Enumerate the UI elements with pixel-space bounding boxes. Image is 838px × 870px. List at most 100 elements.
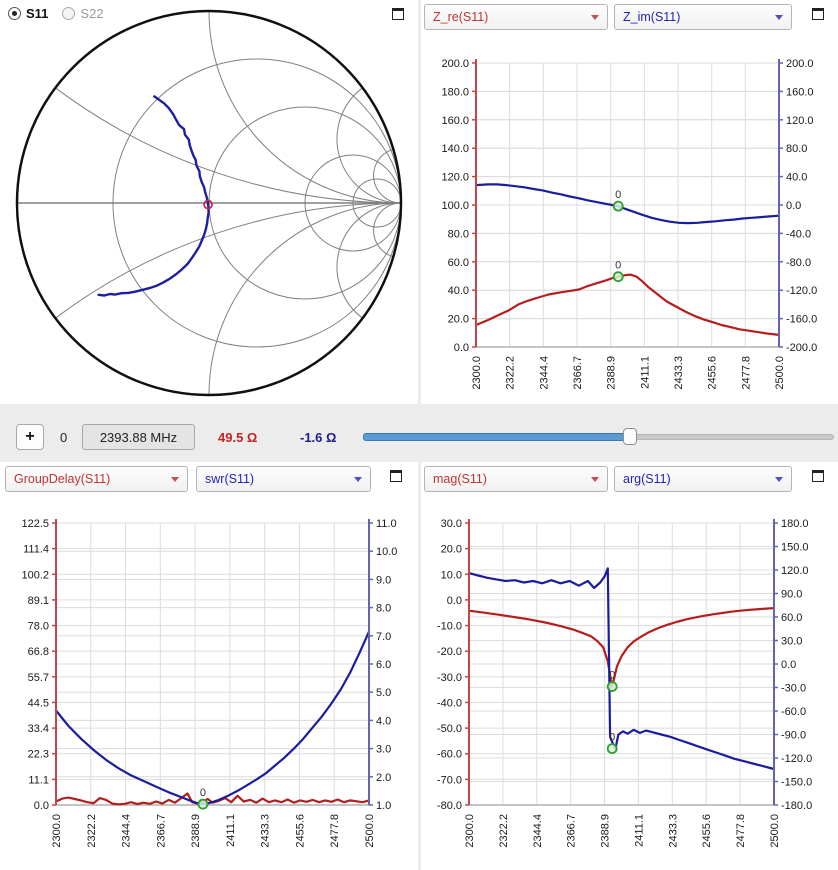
svg-text:122.5: 122.5 bbox=[21, 518, 49, 530]
svg-text:9.0: 9.0 bbox=[376, 574, 391, 586]
svg-text:2366.7: 2366.7 bbox=[572, 356, 584, 390]
marker-index-label: 0 bbox=[60, 430, 67, 445]
radio-s11-circle[interactable] bbox=[8, 7, 21, 20]
trace-select-radios: S11 S22 bbox=[8, 6, 104, 21]
svg-text:111.4: 111.4 bbox=[23, 544, 49, 556]
slider-fill bbox=[363, 433, 631, 441]
trace2-selector-label: arg(S11) bbox=[623, 472, 769, 486]
svg-text:0.0: 0.0 bbox=[786, 200, 801, 212]
svg-text:89.1: 89.1 bbox=[28, 595, 49, 607]
svg-text:2300.0: 2300.0 bbox=[471, 356, 483, 390]
svg-text:-20.0: -20.0 bbox=[437, 646, 462, 658]
svg-text:2322.2: 2322.2 bbox=[86, 814, 98, 848]
svg-text:180.0: 180.0 bbox=[781, 518, 809, 530]
svg-text:2344.4: 2344.4 bbox=[538, 356, 550, 390]
svg-text:66.8: 66.8 bbox=[28, 646, 49, 658]
svg-text:2500.0: 2500.0 bbox=[774, 356, 786, 390]
trace2-selector-label: swr(S11) bbox=[205, 472, 348, 486]
svg-text:100.0: 100.0 bbox=[441, 200, 469, 212]
chevron-down-icon bbox=[591, 15, 599, 20]
svg-text:2433.3: 2433.3 bbox=[260, 814, 272, 848]
svg-text:3.0: 3.0 bbox=[376, 744, 391, 756]
svg-text:22.3: 22.3 bbox=[28, 749, 49, 761]
svg-text:2344.4: 2344.4 bbox=[121, 814, 133, 848]
radio-s11-label: S11 bbox=[26, 6, 48, 21]
svg-text:55.7: 55.7 bbox=[28, 672, 49, 684]
svg-text:8.0: 8.0 bbox=[376, 603, 391, 615]
chevron-down-icon bbox=[591, 477, 599, 482]
trace1-selector-label: mag(S11) bbox=[433, 472, 585, 486]
svg-text:2500.0: 2500.0 bbox=[364, 814, 376, 848]
svg-text:20.0: 20.0 bbox=[441, 544, 462, 556]
svg-text:-120.0: -120.0 bbox=[786, 285, 817, 297]
svg-text:-60.0: -60.0 bbox=[437, 749, 462, 761]
svg-text:33.4: 33.4 bbox=[28, 723, 49, 735]
svg-text:-50.0: -50.0 bbox=[437, 723, 462, 735]
svg-text:2366.7: 2366.7 bbox=[155, 814, 167, 848]
svg-text:120.0: 120.0 bbox=[441, 172, 469, 184]
maximize-icon[interactable] bbox=[812, 8, 824, 20]
svg-text:200.0: 200.0 bbox=[786, 58, 814, 70]
svg-text:30.0: 30.0 bbox=[441, 518, 462, 530]
mag-arg-chart[interactable]: 0030.020.010.00.0-10.0-20.0-30.0-40.0-50… bbox=[421, 494, 838, 870]
svg-text:-200.0: -200.0 bbox=[786, 342, 817, 354]
chevron-down-icon bbox=[171, 477, 179, 482]
svg-text:160.0: 160.0 bbox=[441, 115, 469, 127]
chevron-down-icon bbox=[354, 477, 362, 482]
smith-chart[interactable] bbox=[0, 0, 418, 409]
frequency-slider[interactable] bbox=[363, 428, 834, 446]
svg-text:0: 0 bbox=[609, 732, 615, 744]
groupdelay-panel-header: GroupDelay(S11) swr(S11) bbox=[0, 462, 418, 494]
svg-text:0: 0 bbox=[615, 260, 621, 272]
impedance-chart[interactable]: 00200.0180.0160.0140.0120.0100.080.060.0… bbox=[421, 32, 838, 409]
svg-text:11.1: 11.1 bbox=[28, 774, 49, 786]
svg-text:0: 0 bbox=[200, 787, 206, 799]
radio-s22[interactable]: S22 bbox=[62, 6, 103, 21]
svg-text:-30.0: -30.0 bbox=[781, 683, 806, 695]
svg-text:2388.9: 2388.9 bbox=[606, 356, 618, 390]
maximize-icon[interactable] bbox=[390, 470, 402, 482]
add-marker-button[interactable]: + bbox=[16, 424, 44, 450]
maximize-icon[interactable] bbox=[392, 8, 404, 20]
trace2-selector-impedance[interactable]: Z_im(S11) bbox=[614, 4, 792, 30]
groupdelay-swr-chart[interactable]: 0122.5111.4100.289.178.066.855.744.533.4… bbox=[0, 494, 418, 870]
svg-text:10.0: 10.0 bbox=[441, 569, 462, 581]
svg-text:0.0: 0.0 bbox=[447, 595, 462, 607]
trace1-selector-impedance[interactable]: Z_re(S11) bbox=[424, 4, 608, 30]
radio-s11[interactable]: S11 bbox=[8, 6, 48, 21]
svg-text:120.0: 120.0 bbox=[781, 565, 809, 577]
svg-text:-150.0: -150.0 bbox=[781, 777, 812, 789]
radio-s22-circle[interactable] bbox=[62, 7, 75, 20]
svg-text:-160.0: -160.0 bbox=[786, 314, 817, 326]
maximize-icon[interactable] bbox=[812, 470, 824, 482]
trace1-selector-mag[interactable]: mag(S11) bbox=[424, 466, 608, 492]
svg-text:2500.0: 2500.0 bbox=[769, 814, 781, 848]
svg-text:90.0: 90.0 bbox=[781, 589, 802, 601]
svg-text:0.0: 0.0 bbox=[781, 659, 796, 671]
trace2-selector-arg[interactable]: arg(S11) bbox=[614, 466, 792, 492]
svg-text:7.0: 7.0 bbox=[376, 631, 391, 643]
svg-text:2344.4: 2344.4 bbox=[532, 814, 544, 848]
svg-text:5.0: 5.0 bbox=[376, 687, 391, 699]
svg-text:60.0: 60.0 bbox=[781, 612, 802, 624]
svg-text:2366.7: 2366.7 bbox=[566, 814, 578, 848]
marker-frequency-button[interactable]: 2393.88 MHz bbox=[82, 424, 195, 450]
svg-text:1.0: 1.0 bbox=[376, 800, 391, 812]
trace2-selector-swr[interactable]: swr(S11) bbox=[196, 466, 371, 492]
svg-text:60.0: 60.0 bbox=[448, 257, 469, 269]
vna-app-window: S11 S22 Z_re(S11) Z_im(S11) 0 0 200.0 180.0… bbox=[0, 0, 838, 870]
smith-chart-panel: S11 S22 bbox=[0, 0, 418, 404]
svg-text:-120.0: -120.0 bbox=[781, 753, 812, 765]
svg-text:2411.1: 2411.1 bbox=[639, 356, 651, 389]
svg-text:-90.0: -90.0 bbox=[781, 730, 806, 742]
trace1-selector-label: Z_re(S11) bbox=[433, 10, 585, 24]
trace1-selector-groupdelay[interactable]: GroupDelay(S11) bbox=[5, 466, 188, 492]
svg-text:2300.0: 2300.0 bbox=[51, 814, 63, 848]
svg-text:-30.0: -30.0 bbox=[437, 672, 462, 684]
slider-handle[interactable] bbox=[623, 428, 637, 445]
svg-text:2388.9: 2388.9 bbox=[190, 814, 202, 848]
svg-text:2411.1: 2411.1 bbox=[225, 814, 237, 847]
svg-text:100.2: 100.2 bbox=[21, 569, 49, 581]
svg-text:2477.8: 2477.8 bbox=[329, 814, 341, 848]
svg-text:150.0: 150.0 bbox=[781, 542, 809, 554]
